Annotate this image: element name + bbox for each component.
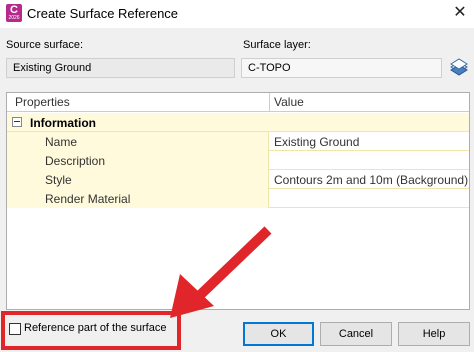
- layers-icon: [450, 58, 468, 76]
- property-row-name[interactable]: Name Existing Ground: [7, 132, 469, 151]
- annotation-highlight-box: [1, 311, 181, 350]
- properties-grid: Properties Value Information Name Existi…: [6, 92, 470, 310]
- column-divider[interactable]: [269, 93, 270, 112]
- property-row-description[interactable]: Description: [7, 151, 469, 170]
- value-column-header: Value: [274, 95, 304, 109]
- collapse-icon[interactable]: [12, 117, 22, 127]
- civil3d-app-icon: C 2026: [6, 4, 22, 22]
- property-row-style[interactable]: Style Contours 2m and 10m (Background): [7, 170, 469, 189]
- cancel-button[interactable]: Cancel: [320, 322, 392, 346]
- source-surface-field: Existing Ground: [6, 58, 235, 78]
- property-row-render-material[interactable]: Render Material: [7, 189, 469, 208]
- source-surface-label: Source surface:: [6, 39, 84, 51]
- surface-layer-label: Surface layer:: [243, 39, 311, 51]
- category-information[interactable]: Information: [7, 113, 469, 132]
- grid-header: Properties Value: [7, 93, 469, 112]
- help-button[interactable]: Help: [398, 322, 470, 346]
- ok-button[interactable]: OK: [243, 322, 314, 346]
- surface-layer-field[interactable]: C-TOPO: [241, 58, 442, 78]
- layer-select-button[interactable]: [448, 56, 470, 78]
- title-bar: C 2026 Create Surface Reference ✕: [0, 0, 474, 28]
- window-title: Create Surface Reference: [27, 6, 179, 21]
- close-icon[interactable]: ✕: [450, 3, 470, 23]
- properties-column-header: Properties: [15, 95, 70, 109]
